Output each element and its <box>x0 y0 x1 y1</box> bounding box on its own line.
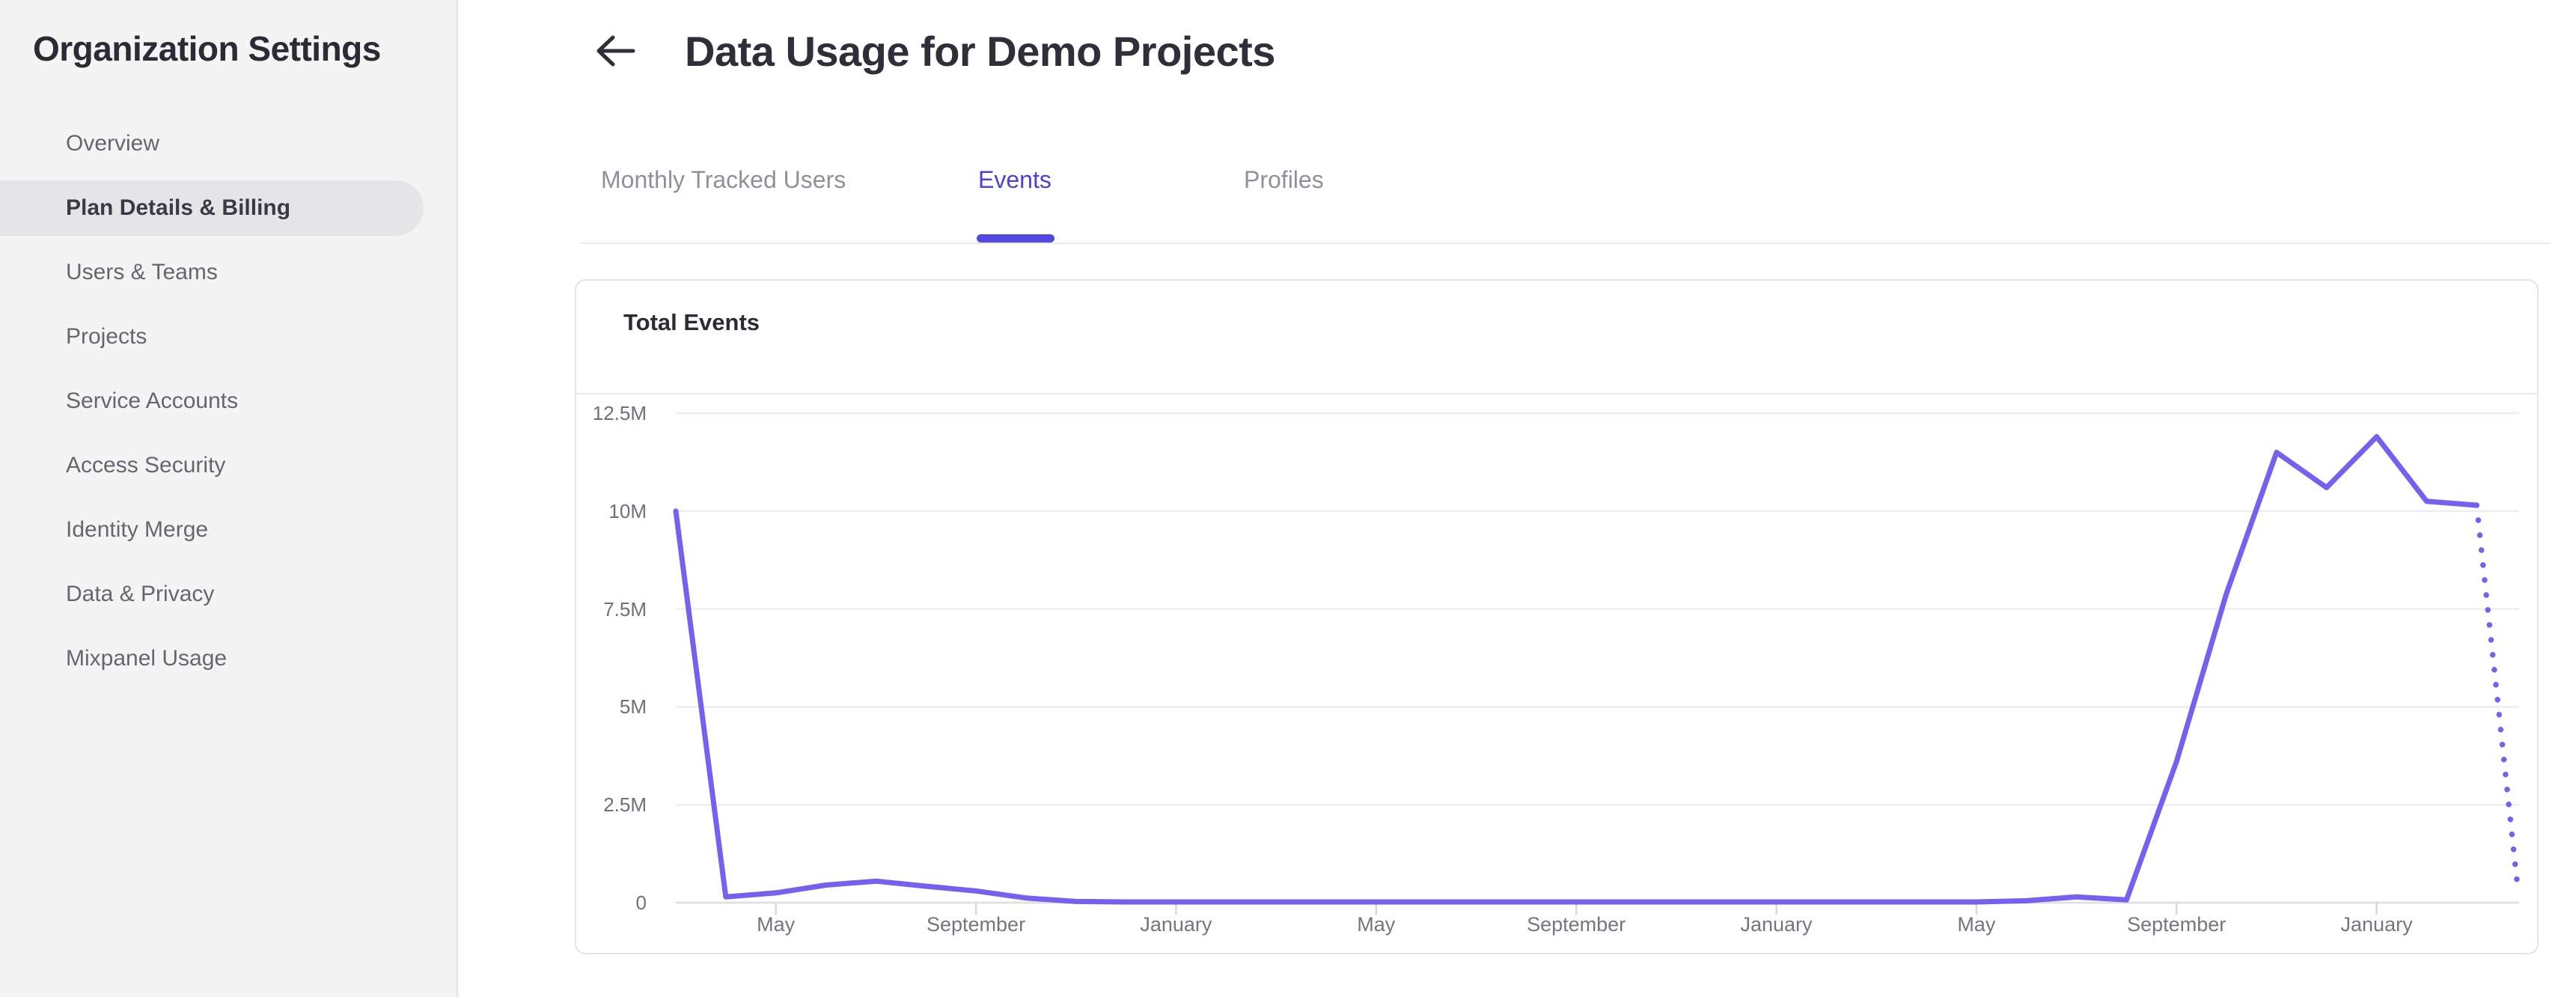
sidebar-title: Organization Settings <box>33 29 381 68</box>
y-axis-label: 12.5M <box>592 402 647 424</box>
x-axis-label: May <box>757 913 796 936</box>
y-axis-label: 7.5M <box>603 597 647 621</box>
active-tab-underline <box>977 234 1054 243</box>
x-axis-label: September <box>1527 913 1626 936</box>
sidebar-item-overview[interactable]: Overview <box>0 116 424 171</box>
sidebar-item-projects[interactable]: Projects <box>0 309 424 365</box>
page-title: Data Usage for Demo Projects <box>685 28 1275 75</box>
tab-bar: Monthly Tracked Users Events Profiles <box>0 166 2576 249</box>
total-events-line-chart[interactable] <box>576 281 2537 953</box>
x-axis-label: January <box>2340 913 2413 936</box>
x-axis-label: January <box>1740 913 1813 936</box>
sidebar-item-mixpanel-usage[interactable]: Mixpanel Usage <box>0 631 424 686</box>
tab-events[interactable]: Events <box>978 166 1052 194</box>
y-axis-label: 2.5M <box>603 793 647 817</box>
y-axis-label: 5M <box>619 695 647 719</box>
sidebar-item-access-security[interactable]: Access Security <box>0 438 424 493</box>
x-axis-label: September <box>2127 913 2226 936</box>
app-root: Organization Settings Overview Plan Detai… <box>0 0 2576 997</box>
y-axis-label: 10M <box>608 499 647 522</box>
tab-profiles[interactable]: Profiles <box>1244 166 1324 194</box>
sidebar-item-users-teams[interactable]: Users & Teams <box>0 245 424 300</box>
x-axis-label: May <box>1957 913 1996 936</box>
back-arrow-icon <box>593 35 638 73</box>
back-button[interactable] <box>593 31 638 70</box>
y-axis-label: 0 <box>635 891 647 914</box>
usage-chart-card: Total Events 12.5M 10M 7.5M 5M 2.5M 0 May Septe… <box>575 279 2539 954</box>
x-axis-label: May <box>1357 913 1396 936</box>
sidebar-item-identity-merge[interactable]: Identity Merge <box>0 502 424 558</box>
tab-monthly-tracked-users[interactable]: Monthly Tracked Users <box>601 166 846 194</box>
x-axis-label: January <box>1140 913 1212 936</box>
tab-bar-divider <box>581 243 2551 244</box>
sidebar: Organization Settings Overview Plan Detai… <box>0 0 458 997</box>
sidebar-item-service-accounts[interactable]: Service Accounts <box>0 374 424 429</box>
x-axis-label: September <box>926 913 1026 936</box>
sidebar-item-data-privacy[interactable]: Data & Privacy <box>0 567 424 622</box>
